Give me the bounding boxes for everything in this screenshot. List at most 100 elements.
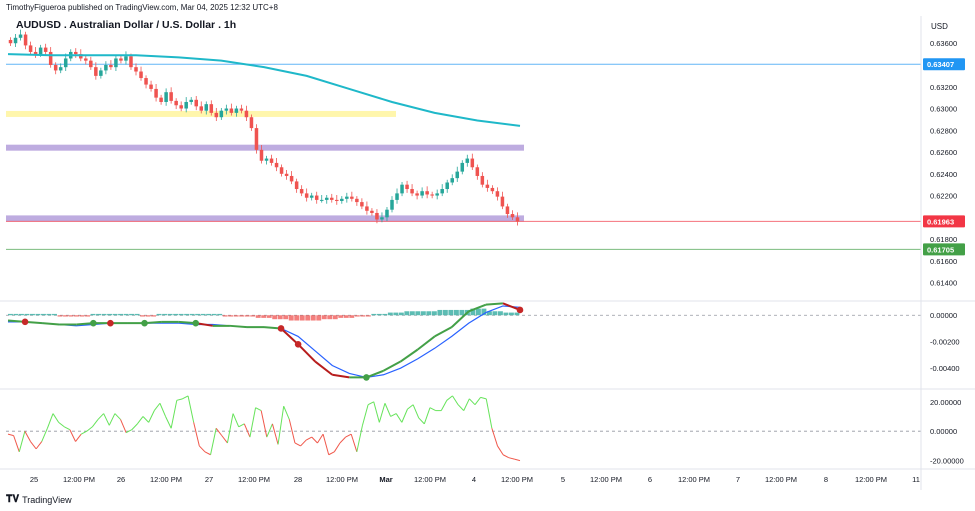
macd-histogram-bar [398,312,404,316]
macd-histogram-bar [195,313,201,316]
candle-body [159,97,163,102]
x-tick-label: 25 [30,475,38,484]
x-tick-label: 4 [472,475,476,484]
macd-histogram-bar [52,313,57,316]
macd-histogram-bar [134,313,140,316]
oscillator-line-segment [311,436,318,444]
candle-body [450,178,454,183]
oscillator-pane [6,395,921,462]
macd-histogram-bar [167,313,173,316]
oscillator-line-segment [395,413,403,423]
oscillator-line-segment [153,402,161,411]
macd-cross-dot [516,306,524,314]
candle-body [13,37,18,44]
price-tick-label: 0.62600 [930,148,957,157]
oscillator-line-segment [148,410,155,423]
x-tick-label: 7 [736,475,740,484]
oscillator-line-segment [176,398,183,401]
candle-body [249,117,254,129]
price-tick-label: 0.63000 [930,105,957,114]
macd-histogram-bar [299,315,305,321]
macd-cross-dot [294,341,302,348]
macd-histogram-bar [19,313,24,316]
macd-histogram-bar [184,313,190,316]
oscillator-line-segment [64,426,71,431]
candle-body [330,197,334,200]
price-tick-label: 0.63600 [930,39,957,48]
oscillator-line-segment [283,405,290,420]
oscillator-line-segment [7,433,14,437]
price-tick-label: 0.63200 [930,83,957,92]
macd-histogram-bar [272,315,278,320]
oscillator-line-segment [46,413,54,429]
price-pane [6,29,921,250]
candle-body [204,104,209,111]
candle-body [234,108,239,113]
oscillator-line-segment [52,413,60,423]
macd-histogram-bar [255,315,261,318]
candle-body [440,189,444,194]
candle-body [99,70,103,76]
footer[interactable]: 𝐓𝐕 TradingView [6,494,72,505]
macd-cross-dot [90,319,97,327]
oscillator-line-segment [193,422,200,447]
oscillator-line-segment [114,413,121,420]
candle-body [410,189,414,194]
macd-histogram-bar [200,313,206,316]
candle-body [445,182,449,190]
oscillator-line-segment [350,433,358,452]
candle-body [510,214,515,218]
macd-histogram-bar [68,315,74,317]
macd-histogram-bar [442,309,448,316]
oscillator-line-segment [407,404,414,410]
candle-body [415,193,419,196]
price-tick-label: 0.61800 [930,235,957,244]
chart-area[interactable]: 0.61400 0.61600 0.61800 0.62200 0.62400 0.626… [0,0,975,490]
x-tick-label: 5 [561,475,565,484]
macd-histogram-bar [343,315,349,318]
macd-histogram-bar [8,313,13,316]
candle-body [375,212,379,220]
oscillator-line-segment [165,416,172,429]
candle-body [48,51,53,65]
candle-body [400,184,404,194]
candle-body [460,162,465,172]
candle-body [279,167,284,174]
oscillator-line-segment [18,431,26,452]
oscillator-tick-label: -20.00000 [930,457,964,466]
macd-histogram-bar [250,315,256,317]
macd-histogram-bar [508,312,514,316]
macd-histogram-bar [426,311,432,316]
macd-histogram-bar [497,311,503,316]
oscillator-line-segment [221,435,228,444]
macd-histogram-bar [217,313,223,316]
candle-body [480,175,485,185]
candle-body [314,195,319,200]
macd-histogram-bar [404,311,410,316]
macd-cross-dot [363,374,370,381]
candle-body [134,67,138,72]
macd-histogram-bar [79,315,85,317]
candle-body [194,99,198,107]
macd-histogram-bar [360,315,366,317]
x-tick-label: 12:00 PM [590,475,622,484]
candle-body [109,64,113,68]
tradingview-logo-icon: 𝐓𝐕 [6,494,20,505]
candle-body [43,47,48,52]
oscillator-line-segment [243,423,251,438]
macd-histogram-bar [189,313,195,316]
candle-body [335,199,339,201]
macd-histogram-bar [310,315,316,321]
price-tick-label: 0.61600 [930,257,957,266]
x-tick-label: 8 [824,475,828,484]
candle-body [274,162,279,168]
macd-histogram-bar [145,315,151,317]
oscillator-line-segment [97,413,105,420]
oscillator-line-segment [120,419,127,433]
macd-histogram-bar [387,312,393,316]
oscillator-line-segment [322,434,330,455]
macd-histogram-bar [431,311,437,316]
oscillator-line-segment [108,413,116,426]
macd-histogram-bar [365,315,371,317]
candle-body [129,56,133,68]
